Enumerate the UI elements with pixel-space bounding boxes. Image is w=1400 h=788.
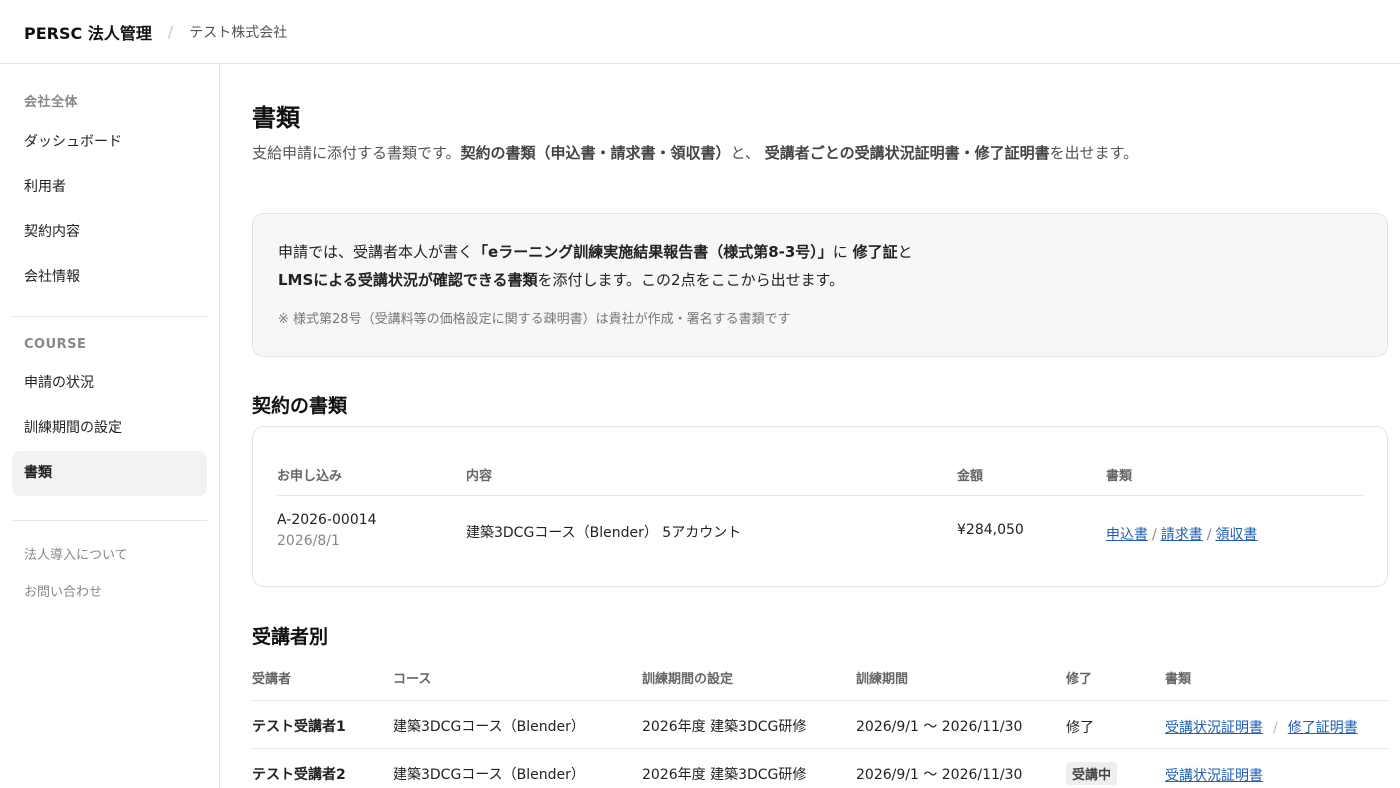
sidebar: 会社全体 ダッシュボード 利用者 契約内容 会社情報 COURSE 申請の状況 … (0, 64, 220, 788)
column-header-course: コース (393, 672, 432, 687)
sidebar-item-contract[interactable]: 契約内容 (12, 210, 207, 255)
info-emphasis: 「eラーニング訓練実施結果報告書（様式第8-3号）」 (473, 243, 833, 261)
info-text: を添付します。この2点をここから出せます。 (537, 271, 845, 289)
sidebar-item-documents[interactable]: 書類 (12, 451, 207, 496)
student-period: 2026/9/1 〜 2026/11/30 (856, 719, 1023, 735)
contract-document-links: 申込書 / 請求書 / 領収書 (1106, 524, 1257, 544)
info-line-1: 申請では、受講者本人が書く「eラーニング訓練実施結果報告書（様式第8-3号）」に… (278, 238, 1362, 266)
page-description-text: 支給申請に添付する書類です。 (252, 144, 461, 162)
page-description: 支給申請に添付する書類です。契約の書類（申込書・請求書・領収書）と、 受講者ごと… (252, 142, 1138, 163)
link-separator: / (1273, 720, 1278, 736)
completion-status: 修了 (1066, 720, 1094, 736)
info-box: 申請では、受講者本人が書く「eラーニング訓練実施結果報告書（様式第8-3号）」に… (252, 213, 1388, 357)
application-date: 2026/8/1 (277, 533, 340, 549)
page-description-emphasis: 契約の書類（申込書・請求書・領収書） (460, 144, 731, 162)
column-header-amount: 金額 (957, 469, 984, 484)
info-note: ※ 様式第28号（受講料等の価格設定に関する疎明書）は貴社が作成・署名する書類で… (278, 312, 791, 327)
attendance-certificate-link[interactable]: 受講状況証明書 (1165, 720, 1263, 736)
student-period-setting: 2026年度 建築3DCG研修 (642, 719, 807, 735)
application-form-link[interactable]: 申込書 (1106, 527, 1148, 543)
student-course: 建築3DCGコース（Blender） (393, 719, 585, 735)
link-separator: / (1152, 527, 1157, 543)
column-header-application: お申し込み (277, 469, 343, 484)
contract-amount: ¥284,050 (957, 522, 1024, 538)
main-content: 書類 支給申請に添付する書類です。契約の書類（申込書・請求書・領収書）と、 受講… (252, 64, 1388, 788)
info-emphasis: 修了証 (852, 243, 898, 261)
breadcrumb-separator: / (167, 22, 174, 41)
table-divider (252, 748, 1388, 749)
link-separator: / (1206, 527, 1212, 543)
receipt-link[interactable]: 領収書 (1215, 527, 1257, 543)
brand-title[interactable]: PERSC 法人管理 (24, 20, 152, 44)
completion-certificate-link[interactable]: 修了証明書 (1288, 720, 1358, 736)
info-text: と (897, 243, 913, 261)
attendance-certificate-link[interactable]: 受講状況証明書 (1165, 768, 1263, 784)
sidebar-link-contact[interactable]: お問い合わせ (12, 574, 207, 611)
table-divider (252, 700, 1388, 701)
column-header-documents: 書類 (1165, 672, 1192, 687)
sidebar-heading-course: COURSE (24, 337, 87, 352)
student-document-links: 受講状況証明書 / 修了証明書 (1165, 717, 1358, 737)
student-period: 2026/9/1 〜 2026/11/30 (856, 767, 1023, 783)
info-emphasis: LMSによる受講状況が確認できる書類 (278, 271, 538, 289)
company-name: テスト株式会社 (189, 24, 288, 41)
top-bar: PERSC 法人管理 / テスト株式会社 (0, 0, 1400, 64)
column-header-documents: 書類 (1106, 469, 1133, 484)
sidebar-heading-company: 会社全体 (24, 95, 79, 110)
column-header-period: 訓練期間 (856, 672, 909, 687)
sidebar-item-company-info[interactable]: 会社情報 (12, 255, 207, 300)
page-description-emphasis: 受講者ごとの受講状況証明書・修了証明書 (764, 144, 1050, 162)
students-section-title: 受講者別 (252, 626, 329, 648)
sidebar-item-training-period[interactable]: 訓練期間の設定 (12, 406, 207, 451)
sidebar-item-application-status[interactable]: 申請の状況 (12, 361, 207, 406)
student-name: テスト受講者1 (252, 719, 346, 735)
page-title: 書類 (252, 104, 300, 132)
status-badge-label: 受講中 (1066, 762, 1118, 785)
info-text: 申請では、受講者本人が書く (278, 243, 474, 261)
student-course: 建築3DCGコース（Blender） (393, 767, 585, 783)
sidebar-link-about[interactable]: 法人導入について (12, 537, 207, 574)
student-name: テスト受講者2 (252, 767, 346, 783)
info-line-2: LMSによる受講状況が確認できる書類を添付します。この2点をここから出せます。 (278, 266, 1362, 294)
column-header-completion: 修了 (1066, 672, 1093, 687)
status-badge: 受講中 (1066, 762, 1118, 785)
info-text: に (832, 243, 848, 261)
student-period-setting: 2026年度 建築3DCG研修 (642, 767, 807, 783)
column-header-content: 内容 (466, 469, 493, 484)
invoice-link[interactable]: 請求書 (1161, 527, 1203, 543)
sidebar-item-users[interactable]: 利用者 (12, 165, 207, 210)
column-header-period-setting: 訓練期間の設定 (642, 672, 734, 687)
column-header-student: 受講者 (252, 672, 292, 687)
application-id: A-2026-00014 (277, 512, 377, 528)
contract-card: お申し込み 内容 金額 書類 A-2026-00014 2026/8/1 建築3… (252, 426, 1388, 587)
contract-content: 建築3DCGコース（Blender） 5アカウント (466, 525, 742, 541)
sidebar-item-dashboard[interactable]: ダッシュボード (12, 120, 207, 165)
student-document-links: 受講状況証明書 (1165, 765, 1263, 785)
table-divider (277, 495, 1364, 496)
page-description-text: と、 (730, 144, 760, 162)
contract-section-title: 契約の書類 (252, 395, 348, 417)
page-description-text: を出せます。 (1049, 144, 1139, 162)
